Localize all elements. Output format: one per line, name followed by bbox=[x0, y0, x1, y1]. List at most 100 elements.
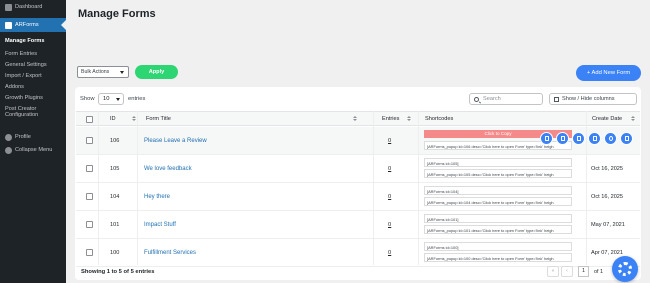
arforms-icon bbox=[5, 21, 12, 29]
form-shortcode[interactable]: [ARForms id=101] bbox=[424, 214, 572, 223]
sort-icon[interactable] bbox=[132, 116, 136, 122]
form-title-link[interactable]: Please Leave a Review bbox=[144, 138, 207, 144]
chevron-down-icon bbox=[116, 98, 120, 101]
active-arrow bbox=[61, 20, 66, 30]
help-float-button[interactable] bbox=[612, 256, 638, 282]
popup-shortcode[interactable]: [ARForms_popup id=105 desc='Click here t… bbox=[424, 169, 572, 178]
entries-count-link[interactable]: 0 bbox=[388, 194, 391, 200]
table-row: 100 Fulfillment Services 0 [ARForms id=1… bbox=[76, 239, 640, 267]
row-checkbox[interactable] bbox=[86, 193, 93, 200]
table-row: 104 Hey there 0 [ARForms id=104] [ARForm… bbox=[76, 183, 640, 211]
form-title-link[interactable]: Fulfillment Services bbox=[144, 250, 196, 256]
search-placeholder: Search bbox=[483, 96, 501, 102]
column-divider bbox=[137, 111, 138, 265]
column-header-title[interactable]: Form Title bbox=[146, 116, 171, 122]
create-date: Apr 07, 2021 bbox=[591, 250, 624, 256]
table-header: ID Form Title Entries Shortcodes Create … bbox=[76, 111, 640, 126]
entries-count-link[interactable]: 0 bbox=[388, 138, 391, 144]
row-checkbox[interactable] bbox=[86, 137, 93, 144]
table-row: 106 Please Leave a Review 0 Click to Cop… bbox=[76, 127, 640, 155]
page-count-text: of 1 bbox=[594, 269, 603, 275]
form-id: 106 bbox=[110, 138, 120, 144]
show-hide-label: Show / Hide columns bbox=[562, 96, 615, 102]
table-row: 101 Impact Stuff 0 [ARForms id=101] [ARF… bbox=[76, 211, 640, 239]
form-id: 100 bbox=[110, 250, 120, 256]
sort-icon[interactable] bbox=[353, 116, 357, 122]
sidebar-item-label: Profile bbox=[15, 133, 31, 140]
submenu-general-settings[interactable]: General Settings bbox=[0, 62, 66, 68]
submenu-addons[interactable]: Addons bbox=[0, 84, 66, 90]
popup-shortcode[interactable]: [ARForms_popup id=101 desc='Click here t… bbox=[424, 225, 572, 234]
form-shortcode[interactable]: [ARForms id=105] bbox=[424, 158, 572, 167]
export-icon[interactable] bbox=[588, 132, 601, 145]
form-id: 101 bbox=[110, 222, 120, 228]
search-icon bbox=[474, 97, 479, 102]
create-date: Oct 16, 2025 bbox=[591, 166, 624, 172]
sidebar-item-label: ARForms bbox=[15, 21, 39, 28]
create-date: Oct 16, 2025 bbox=[591, 194, 624, 200]
sidebar-item-label: Collapse Menu bbox=[15, 146, 53, 153]
dashboard-icon bbox=[5, 3, 12, 11]
row-checkbox[interactable] bbox=[86, 221, 93, 228]
row-checkbox[interactable] bbox=[86, 165, 93, 172]
popup-shortcode[interactable]: [ARForms_popup id=104 desc='Click here t… bbox=[424, 197, 572, 206]
form-id: 104 bbox=[110, 194, 120, 200]
form-shortcode[interactable]: [ARForms id=104] bbox=[424, 186, 572, 195]
form-id: 105 bbox=[110, 166, 120, 172]
column-header-id[interactable]: ID bbox=[110, 116, 116, 122]
create-date: May 07, 2021 bbox=[591, 222, 625, 228]
page-title: Manage Forms bbox=[78, 8, 156, 20]
entries-count-link[interactable]: 0 bbox=[388, 222, 391, 228]
form-title-link[interactable]: Hey there bbox=[144, 194, 170, 200]
form-shortcode[interactable]: [ARForms id=100] bbox=[424, 242, 572, 251]
bulk-actions-select[interactable]: Bulk Actions bbox=[77, 66, 129, 78]
submenu-import-export[interactable]: Import / Export bbox=[0, 73, 66, 79]
table-row: 105 We love feedback 0 [ARForms id=105] … bbox=[76, 155, 640, 183]
columns-icon bbox=[554, 97, 559, 102]
help-icon bbox=[618, 262, 632, 276]
sidebar-item-arforms[interactable]: ARForms bbox=[0, 18, 66, 32]
form-title-link[interactable]: Impact Stuff bbox=[144, 222, 176, 228]
form-title-link[interactable]: We love feedback bbox=[144, 166, 192, 172]
show-label: Show bbox=[80, 96, 95, 102]
submenu-growth-plugins[interactable]: Growth Plugins bbox=[0, 95, 66, 101]
submenu-post-creator-configuration[interactable]: Post Creator Configuration bbox=[0, 106, 48, 119]
sort-icon[interactable] bbox=[407, 116, 411, 122]
column-header-create-date[interactable]: Create Date bbox=[592, 116, 622, 122]
copy-icon[interactable] bbox=[556, 132, 569, 145]
sidebar-item-profile[interactable]: Profile bbox=[0, 130, 66, 144]
add-new-form-button[interactable]: + Add New Form bbox=[576, 65, 641, 81]
row-checkbox[interactable] bbox=[86, 249, 93, 256]
collapse-icon bbox=[5, 146, 12, 154]
apply-button[interactable]: Apply bbox=[135, 65, 178, 79]
column-divider bbox=[98, 111, 99, 265]
user-icon bbox=[5, 133, 12, 141]
delete-icon[interactable] bbox=[620, 132, 633, 145]
sidebar-item-dashboard[interactable]: Dashboard bbox=[0, 0, 66, 14]
sort-icon[interactable] bbox=[631, 116, 635, 122]
sidebar-item-label: Dashboard bbox=[15, 3, 43, 10]
show-hide-columns-button[interactable]: Show / Hide columns bbox=[549, 93, 637, 105]
first-page-button[interactable]: « bbox=[547, 266, 559, 277]
page-size-select[interactable]: 10 bbox=[98, 93, 124, 105]
edit-icon[interactable] bbox=[540, 132, 553, 145]
popup-shortcode[interactable]: [ARForms_popup id=100 desc='Click here t… bbox=[424, 253, 572, 262]
select-all-checkbox[interactable] bbox=[86, 116, 93, 123]
search-input[interactable]: Search bbox=[469, 93, 543, 105]
column-divider bbox=[373, 111, 374, 265]
column-divider bbox=[418, 111, 419, 265]
submenu-manage-forms[interactable]: Manage Forms bbox=[0, 38, 66, 44]
prev-page-button[interactable]: ‹ bbox=[561, 266, 573, 277]
entries-count-link[interactable]: 0 bbox=[388, 166, 391, 172]
submenu-form-entries[interactable]: Form Entries bbox=[0, 51, 66, 57]
duplicate-icon[interactable] bbox=[572, 132, 585, 145]
column-divider bbox=[586, 111, 587, 265]
preview-icon[interactable] bbox=[604, 132, 617, 145]
page-number-input[interactable]: 1 bbox=[578, 266, 589, 277]
page-size-value: 10 bbox=[103, 96, 110, 102]
column-header-entries[interactable]: Entries bbox=[382, 116, 399, 122]
collapse-menu-button[interactable]: Collapse Menu bbox=[0, 143, 66, 157]
admin-sidebar: Dashboard ARForms Manage Forms Form Entr… bbox=[0, 0, 66, 283]
bulk-actions-value: Bulk Actions bbox=[81, 69, 110, 75]
entries-count-link[interactable]: 0 bbox=[388, 250, 391, 256]
